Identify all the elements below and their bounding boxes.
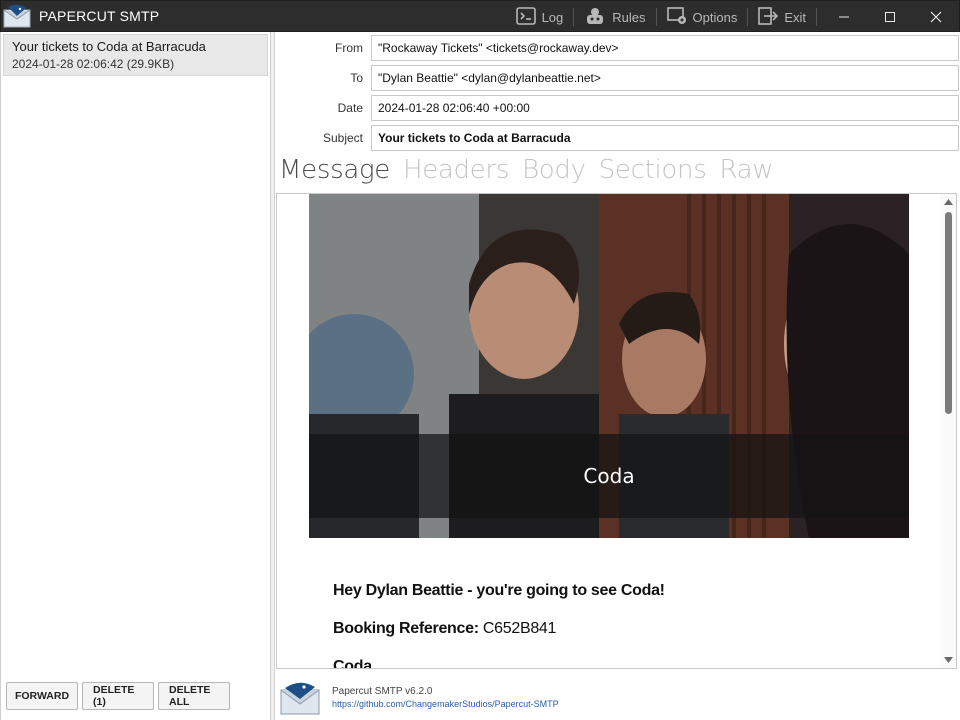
booking-label: Booking Reference: [333, 620, 479, 637]
rules-label: Rules [612, 9, 646, 25]
options-label: Options [692, 9, 738, 25]
maximize-icon [885, 12, 895, 22]
app-version: Papercut SMTP v6.2.0 [332, 685, 433, 697]
tab-headers[interactable]: Headers [403, 155, 509, 185]
subject-label: Subject [322, 131, 363, 145]
options-button[interactable]: Options [661, 1, 744, 33]
footer: Papercut SMTP v6.2.0 https://github.com/… [276, 674, 959, 720]
titlebar-divider [573, 8, 575, 26]
log-button[interactable]: Log [510, 1, 570, 33]
viewer-scrollbar[interactable] [940, 194, 956, 668]
subject-field[interactable]: Your tickets to Coda at Barracuda [371, 125, 959, 151]
exit-button[interactable]: Exit [752, 1, 812, 33]
message-list-item[interactable]: Your tickets to Coda at Barracuda 2024-0… [3, 34, 268, 76]
rules-button[interactable]: Rules [578, 1, 651, 33]
options-icon [666, 6, 687, 28]
hero-banner: Coda [309, 434, 909, 518]
title-bar: PAPERCUT SMTP Log Rules Options Exit [0, 0, 960, 32]
from-field[interactable]: "Rockaway Tickets" <tickets@rockaway.dev… [371, 35, 959, 61]
band-name: Coda [333, 658, 372, 669]
titlebar-divider [655, 8, 657, 26]
close-button[interactable] [913, 1, 959, 33]
message-viewer[interactable]: Coda Hey Dylan Beattie - you're going to… [276, 193, 957, 669]
titlebar-actions: Log Rules Options Exit [510, 1, 959, 33]
date-field[interactable]: 2024-01-28 02:06:40 +00:00 [371, 95, 959, 121]
exit-icon [758, 6, 779, 28]
app-title: PAPERCUT SMTP [39, 8, 160, 24]
log-label: Log [541, 9, 564, 25]
date-label: Date [337, 101, 363, 115]
email-greeting: Hey Dylan Beattie - you're going to see … [333, 582, 665, 599]
panel-splitter[interactable] [271, 32, 275, 720]
tab-body[interactable]: Body [522, 155, 586, 185]
log-icon [515, 6, 536, 28]
tab-sections[interactable]: Sections [599, 155, 707, 185]
minimize-button[interactable] [821, 1, 867, 33]
tab-raw[interactable]: Raw [719, 155, 773, 185]
hero-image: Coda [309, 194, 909, 538]
maximize-button[interactable] [867, 1, 913, 33]
papercut-logo-icon [1, 0, 33, 32]
message-header-fields: From "Rockaway Tickets" <tickets@rockawa… [276, 33, 959, 153]
hero-title: Coda [583, 464, 635, 488]
to-field[interactable]: "Dylan Beattie" <dylan@dylanbeattie.net> [371, 65, 959, 91]
titlebar-divider [747, 8, 749, 26]
email-body: Hey Dylan Beattie - you're going to see … [333, 582, 893, 669]
rules-icon [584, 7, 606, 28]
scroll-up-icon[interactable] [943, 197, 953, 207]
github-link[interactable]: https://github.com/ChangemakerStudios/Pa… [332, 699, 559, 709]
forward-button[interactable]: FORWARD [6, 682, 78, 710]
minimize-icon [839, 16, 849, 18]
message-subject: Your tickets to Coda at Barracuda [12, 39, 206, 54]
exit-label: Exit [784, 9, 806, 25]
message-list-panel: Your tickets to Coda at Barracuda 2024-0… [0, 32, 271, 720]
tab-message[interactable]: Message [279, 155, 390, 185]
from-label: From [335, 41, 363, 55]
booking-reference: Booking Reference: C652B841 [333, 620, 893, 638]
delete-button[interactable]: DELETE (1) [82, 682, 154, 710]
close-icon [930, 11, 942, 23]
titlebar-divider [816, 8, 817, 26]
view-tabs: Message Headers Body Sections Raw [279, 155, 774, 185]
scrollbar-thumb[interactable] [945, 212, 952, 414]
delete-all-button[interactable]: DELETE ALL [158, 682, 230, 710]
scroll-down-icon[interactable] [943, 655, 953, 665]
to-label: To [350, 71, 363, 85]
message-actions: FORWARD DELETE (1) DELETE ALL [6, 682, 230, 710]
booking-ref-value: C652B841 [482, 620, 557, 637]
message-meta: 2024-01-28 02:06:42 (29.9KB) [12, 57, 175, 71]
papercut-logo-icon [278, 677, 322, 717]
